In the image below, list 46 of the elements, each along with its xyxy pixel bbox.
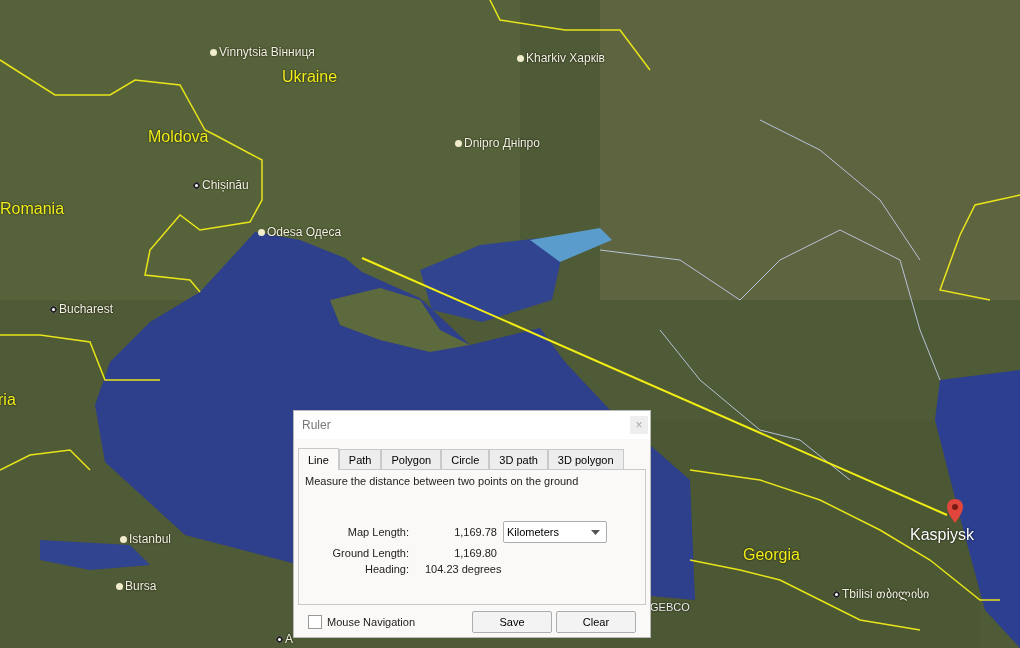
place-dot-icon: [833, 590, 840, 598]
place-dot-icon: [210, 48, 217, 56]
country-label: Romania: [0, 200, 65, 218]
measure-value: 1,169.78: [453, 526, 497, 538]
city-label: Odesa Одеса: [267, 225, 342, 239]
capital-label: Bucharest: [59, 302, 114, 316]
checkbox-label: Mouse Navigation: [327, 616, 416, 628]
place-dot-icon: [193, 181, 200, 189]
tab[interactable]: Path: [338, 449, 382, 469]
place-dot-icon: [258, 228, 265, 236]
country-label: Ukraine: [282, 68, 338, 86]
measure-label: Heading:: [363, 563, 409, 575]
unit-dropdown[interactable]: Kilometers: [503, 521, 607, 543]
tab[interactable]: 3D polygon: [547, 449, 624, 469]
place-dot-icon: [116, 582, 123, 590]
city-label: Kharkiv Харків: [526, 51, 605, 65]
dialog-title: Ruler: [302, 418, 331, 432]
tab[interactable]: 3D path: [489, 449, 548, 469]
city-label: Istanbul: [129, 532, 172, 546]
clear-button[interactable]: Clear: [556, 611, 636, 633]
capital-label: Chișinău: [202, 178, 249, 192]
place-label: Kaspiysk: [910, 526, 975, 544]
place-dot-icon: [455, 139, 462, 147]
city-label: Dnipro Дніпро: [464, 136, 540, 150]
country-label: Georgia: [743, 546, 800, 564]
city-label: Bursa: [125, 579, 157, 593]
place-dot-icon: [120, 535, 127, 543]
place-dot-icon: [276, 635, 283, 643]
place-dot-icon: [517, 54, 524, 62]
measure-label: Ground Length:: [331, 547, 409, 559]
caret-icon: [591, 529, 600, 535]
map-credit: GEBCO: [650, 601, 690, 613]
city-label: Vinnytsia Вінниця: [219, 45, 315, 59]
measure-value: 1,169.80: [453, 547, 497, 559]
description-text: Measure the distance between two points on the ground: [305, 475, 580, 487]
tab[interactable]: Line: [298, 448, 339, 470]
tab[interactable]: Polygon: [381, 449, 442, 469]
tab[interactable]: Circle: [441, 449, 490, 469]
measure-label: Map Length:: [346, 526, 409, 538]
capital-label: A: [285, 632, 293, 646]
map-pin-icon[interactable]: [947, 499, 963, 523]
place-dot-icon: [50, 305, 57, 313]
save-button[interactable]: Save: [472, 611, 552, 633]
checkbox[interactable]: [308, 615, 322, 629]
country-label: Moldova: [148, 128, 209, 146]
capital-label: Tbilisi თბილისი: [842, 587, 929, 601]
